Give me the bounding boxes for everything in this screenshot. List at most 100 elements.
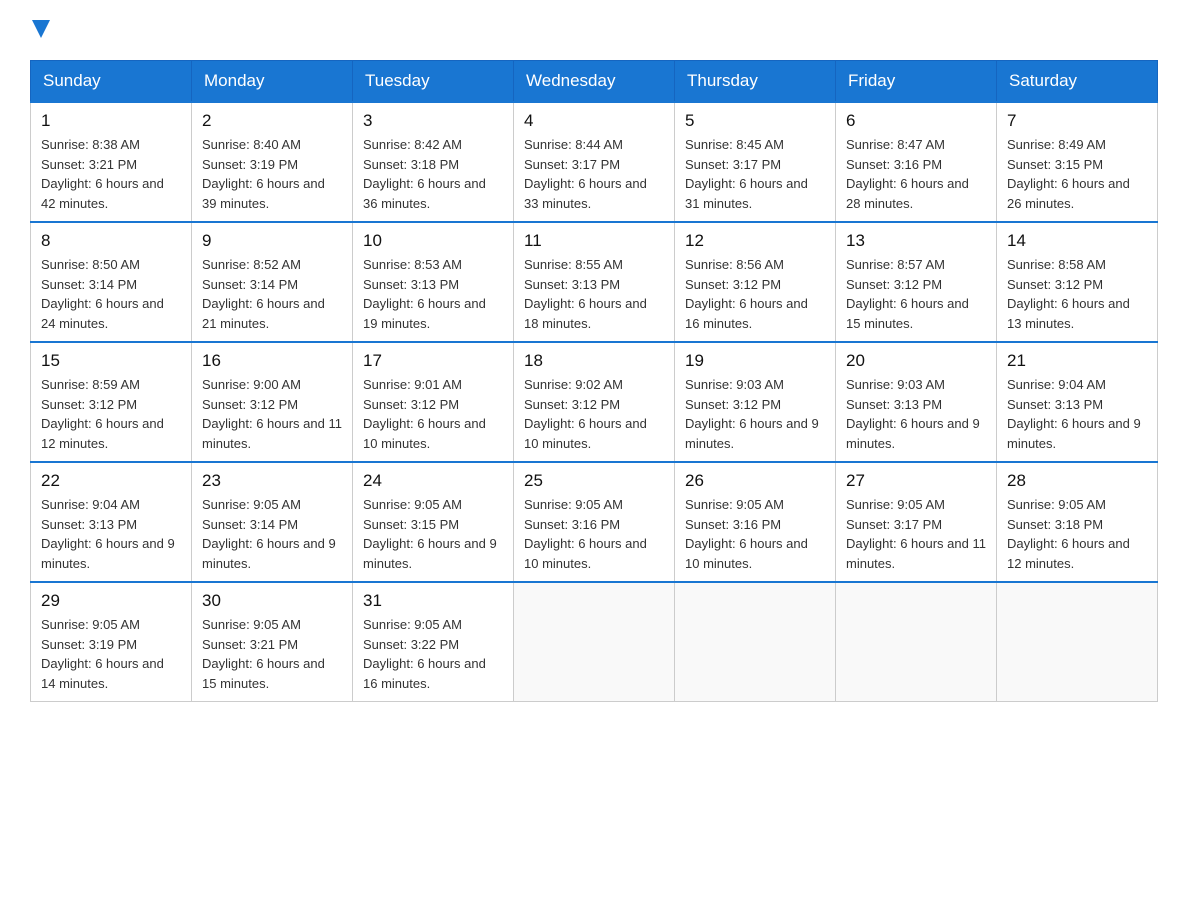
day-info: Sunrise: 9:03 AMSunset: 3:13 PMDaylight:… bbox=[846, 375, 986, 453]
calendar-cell: 5Sunrise: 8:45 AMSunset: 3:17 PMDaylight… bbox=[675, 102, 836, 222]
calendar-cell: 25Sunrise: 9:05 AMSunset: 3:16 PMDayligh… bbox=[514, 462, 675, 582]
day-info: Sunrise: 9:05 AMSunset: 3:14 PMDaylight:… bbox=[202, 495, 342, 573]
col-header-wednesday: Wednesday bbox=[514, 61, 675, 103]
day-info: Sunrise: 9:03 AMSunset: 3:12 PMDaylight:… bbox=[685, 375, 825, 453]
calendar-cell: 24 Sunrise: 9:05 AMSunset: 3:15 PMDayligh… bbox=[353, 462, 514, 582]
day-number: 18 bbox=[524, 351, 664, 371]
day-number: 31 bbox=[363, 591, 503, 611]
day-number: 15 bbox=[41, 351, 181, 371]
day-number: 14 bbox=[1007, 231, 1147, 251]
day-info: Sunrise: 8:38 AMSunset: 3:21 PMDaylight:… bbox=[41, 135, 181, 213]
calendar-cell bbox=[836, 582, 997, 702]
calendar-cell bbox=[675, 582, 836, 702]
page-header bbox=[30, 20, 1158, 40]
day-info: Sunrise: 8:58 AMSunset: 3:12 PMDaylight:… bbox=[1007, 255, 1147, 333]
day-number: 7 bbox=[1007, 111, 1147, 131]
day-number: 13 bbox=[846, 231, 986, 251]
calendar-cell: 13 Sunrise: 8:57 AMSunset: 3:12 PMDayligh… bbox=[836, 222, 997, 342]
calendar-cell: 28Sunrise: 9:05 AMSunset: 3:18 PMDayligh… bbox=[997, 462, 1158, 582]
day-number: 10 bbox=[363, 231, 503, 251]
day-info: Sunrise: 8:53 AMSunset: 3:13 PMDaylight:… bbox=[363, 255, 503, 333]
calendar-cell: 15 Sunrise: 8:59 AMSunset: 3:12 PMDayligh… bbox=[31, 342, 192, 462]
day-info: Sunrise: 8:42 AMSunset: 3:18 PMDaylight:… bbox=[363, 135, 503, 213]
day-number: 29 bbox=[41, 591, 181, 611]
col-header-sunday: Sunday bbox=[31, 61, 192, 103]
day-info: Sunrise: 8:40 AMSunset: 3:19 PMDaylight:… bbox=[202, 135, 342, 213]
day-info: Sunrise: 9:05 AMSunset: 3:15 PMDaylight:… bbox=[363, 495, 503, 573]
day-number: 2 bbox=[202, 111, 342, 131]
calendar-cell: 10 Sunrise: 8:53 AMSunset: 3:13 PMDayligh… bbox=[353, 222, 514, 342]
col-header-monday: Monday bbox=[192, 61, 353, 103]
day-number: 11 bbox=[524, 231, 664, 251]
week-row-3: 15 Sunrise: 8:59 AMSunset: 3:12 PMDayligh… bbox=[31, 342, 1158, 462]
calendar-cell: 29 Sunrise: 9:05 AMSunset: 3:19 PMDayligh… bbox=[31, 582, 192, 702]
day-number: 26 bbox=[685, 471, 825, 491]
day-info: Sunrise: 8:57 AMSunset: 3:12 PMDaylight:… bbox=[846, 255, 986, 333]
day-number: 28 bbox=[1007, 471, 1147, 491]
week-row-2: 8 Sunrise: 8:50 AMSunset: 3:14 PMDaylight… bbox=[31, 222, 1158, 342]
week-row-5: 29 Sunrise: 9:05 AMSunset: 3:19 PMDayligh… bbox=[31, 582, 1158, 702]
day-number: 25 bbox=[524, 471, 664, 491]
day-info: Sunrise: 9:00 AMSunset: 3:12 PMDaylight:… bbox=[202, 375, 342, 453]
calendar-table: SundayMondayTuesdayWednesdayThursdayFrid… bbox=[30, 60, 1158, 702]
day-info: Sunrise: 9:02 AMSunset: 3:12 PMDaylight:… bbox=[524, 375, 664, 453]
day-info: Sunrise: 8:50 AMSunset: 3:14 PMDaylight:… bbox=[41, 255, 181, 333]
calendar-cell: 1 Sunrise: 8:38 AMSunset: 3:21 PMDaylight… bbox=[31, 102, 192, 222]
calendar-cell: 26 Sunrise: 9:05 AMSunset: 3:16 PMDayligh… bbox=[675, 462, 836, 582]
day-number: 1 bbox=[41, 111, 181, 131]
col-header-friday: Friday bbox=[836, 61, 997, 103]
calendar-cell: 22Sunrise: 9:04 AMSunset: 3:13 PMDayligh… bbox=[31, 462, 192, 582]
day-info: Sunrise: 8:44 AMSunset: 3:17 PMDaylight:… bbox=[524, 135, 664, 213]
day-info: Sunrise: 9:05 AMSunset: 3:19 PMDaylight:… bbox=[41, 615, 181, 693]
calendar-cell: 27 Sunrise: 9:05 AMSunset: 3:17 PMDayligh… bbox=[836, 462, 997, 582]
calendar-cell: 11Sunrise: 8:55 AMSunset: 3:13 PMDayligh… bbox=[514, 222, 675, 342]
calendar-cell: 18 Sunrise: 9:02 AMSunset: 3:12 PMDayligh… bbox=[514, 342, 675, 462]
day-info: Sunrise: 9:04 AMSunset: 3:13 PMDaylight:… bbox=[1007, 375, 1147, 453]
day-number: 24 bbox=[363, 471, 503, 491]
day-number: 23 bbox=[202, 471, 342, 491]
calendar-cell: 8 Sunrise: 8:50 AMSunset: 3:14 PMDaylight… bbox=[31, 222, 192, 342]
calendar-cell: 17 Sunrise: 9:01 AMSunset: 3:12 PMDayligh… bbox=[353, 342, 514, 462]
day-number: 9 bbox=[202, 231, 342, 251]
day-number: 6 bbox=[846, 111, 986, 131]
day-number: 21 bbox=[1007, 351, 1147, 371]
day-info: Sunrise: 9:05 AMSunset: 3:17 PMDaylight:… bbox=[846, 495, 986, 573]
day-info: Sunrise: 9:05 AMSunset: 3:16 PMDaylight:… bbox=[685, 495, 825, 573]
day-info: Sunrise: 9:01 AMSunset: 3:12 PMDaylight:… bbox=[363, 375, 503, 453]
calendar-cell: 30Sunrise: 9:05 AMSunset: 3:21 PMDayligh… bbox=[192, 582, 353, 702]
calendar-cell: 3Sunrise: 8:42 AMSunset: 3:18 PMDaylight… bbox=[353, 102, 514, 222]
calendar-cell: 20 Sunrise: 9:03 AMSunset: 3:13 PMDayligh… bbox=[836, 342, 997, 462]
calendar-cell: 23 Sunrise: 9:05 AMSunset: 3:14 PMDayligh… bbox=[192, 462, 353, 582]
day-info: Sunrise: 9:05 AMSunset: 3:21 PMDaylight:… bbox=[202, 615, 342, 693]
col-header-tuesday: Tuesday bbox=[353, 61, 514, 103]
calendar-cell: 21 Sunrise: 9:04 AMSunset: 3:13 PMDayligh… bbox=[997, 342, 1158, 462]
calendar-cell: 9Sunrise: 8:52 AMSunset: 3:14 PMDaylight… bbox=[192, 222, 353, 342]
logo bbox=[30, 20, 50, 40]
calendar-cell: 31 Sunrise: 9:05 AMSunset: 3:22 PMDayligh… bbox=[353, 582, 514, 702]
day-number: 17 bbox=[363, 351, 503, 371]
day-number: 8 bbox=[41, 231, 181, 251]
day-number: 20 bbox=[846, 351, 986, 371]
calendar-header-row: SundayMondayTuesdayWednesdayThursdayFrid… bbox=[31, 61, 1158, 103]
day-info: Sunrise: 8:45 AMSunset: 3:17 PMDaylight:… bbox=[685, 135, 825, 213]
calendar-cell: 7 Sunrise: 8:49 AMSunset: 3:15 PMDaylight… bbox=[997, 102, 1158, 222]
week-row-1: 1 Sunrise: 8:38 AMSunset: 3:21 PMDaylight… bbox=[31, 102, 1158, 222]
day-info: Sunrise: 8:59 AMSunset: 3:12 PMDaylight:… bbox=[41, 375, 181, 453]
week-row-4: 22Sunrise: 9:04 AMSunset: 3:13 PMDayligh… bbox=[31, 462, 1158, 582]
day-info: Sunrise: 9:05 AMSunset: 3:22 PMDaylight:… bbox=[363, 615, 503, 693]
calendar-cell: 12Sunrise: 8:56 AMSunset: 3:12 PMDayligh… bbox=[675, 222, 836, 342]
day-info: Sunrise: 8:49 AMSunset: 3:15 PMDaylight:… bbox=[1007, 135, 1147, 213]
calendar-cell: 19 Sunrise: 9:03 AMSunset: 3:12 PMDayligh… bbox=[675, 342, 836, 462]
calendar-cell: 16 Sunrise: 9:00 AMSunset: 3:12 PMDayligh… bbox=[192, 342, 353, 462]
calendar-cell bbox=[514, 582, 675, 702]
day-number: 16 bbox=[202, 351, 342, 371]
day-number: 4 bbox=[524, 111, 664, 131]
calendar-cell: 6Sunrise: 8:47 AMSunset: 3:16 PMDaylight… bbox=[836, 102, 997, 222]
calendar-cell: 14 Sunrise: 8:58 AMSunset: 3:12 PMDayligh… bbox=[997, 222, 1158, 342]
col-header-saturday: Saturday bbox=[997, 61, 1158, 103]
col-header-thursday: Thursday bbox=[675, 61, 836, 103]
day-number: 19 bbox=[685, 351, 825, 371]
day-number: 27 bbox=[846, 471, 986, 491]
calendar-cell: 4 Sunrise: 8:44 AMSunset: 3:17 PMDaylight… bbox=[514, 102, 675, 222]
day-number: 22 bbox=[41, 471, 181, 491]
